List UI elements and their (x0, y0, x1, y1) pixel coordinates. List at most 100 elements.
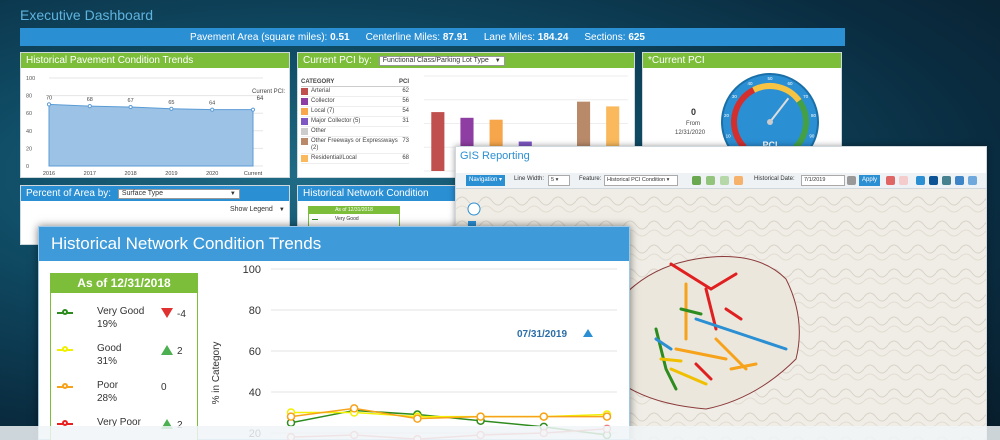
table-row[interactable]: Collector 56 (301, 97, 409, 107)
legend-item[interactable]: Poor 28% 0 (57, 378, 193, 412)
data-point[interactable] (169, 106, 174, 111)
data-point[interactable] (128, 104, 133, 110)
series-point[interactable] (349, 404, 359, 413)
gauge-tick-label: 40 (748, 81, 754, 86)
network-trend-chart: 10080604020 % in Category 07/31/2019 (211, 264, 617, 440)
tool-icon[interactable] (899, 176, 908, 185)
category-name: Residential/Local (311, 155, 357, 161)
table-row[interactable]: Local (7) 54 (301, 107, 409, 117)
summary-pavement-area: Pavement Area (square miles): 0.51 (190, 31, 350, 43)
legend-item[interactable]: Good 31% 2 (57, 341, 193, 375)
category-name: Arterial (311, 88, 331, 94)
tool-icon[interactable] (929, 176, 938, 185)
table-row[interactable]: Other Freeways or Expressways (2) 73 (301, 137, 409, 154)
current-pci-title: *Current PCI (643, 53, 841, 68)
series-point[interactable] (413, 414, 422, 423)
chevron-down-icon: ▼ (494, 58, 501, 64)
series-point[interactable] (476, 412, 485, 421)
summary-sections: Sections: 625 (584, 31, 645, 43)
y-tick-label: 20 (26, 146, 32, 152)
data-label: 67 (128, 98, 134, 104)
category-pci: 68 (402, 155, 409, 161)
data-point[interactable] (250, 107, 256, 112)
legend-item[interactable]: Very Good 19% -4 (57, 304, 193, 338)
series-point[interactable] (286, 412, 296, 421)
x-tick-label: 2019 (165, 171, 177, 177)
navigation-button[interactable]: Navigation ▾ (466, 175, 506, 186)
tool-icon[interactable] (916, 176, 925, 185)
y-tick-label: 60 (249, 346, 261, 358)
legend-change: 2 (161, 345, 183, 357)
current-pci-from-date: 12/31/2020 (675, 130, 706, 136)
surface-type-select[interactable]: Surface Type ▼ (117, 189, 240, 199)
series-point[interactable] (539, 412, 549, 421)
layer-icon[interactable] (692, 176, 701, 185)
line-width-select[interactable]: 5 ▾ (548, 175, 570, 186)
hist-network-small-title: Historical Network Condition Trends (298, 186, 456, 214)
data-point[interactable] (46, 102, 52, 107)
gauge-tick-label: 50 (767, 76, 773, 81)
category-swatch (301, 88, 308, 95)
tool-icon[interactable] (968, 176, 977, 185)
chevron-down-icon: ▼ (229, 191, 236, 197)
data-label: 65 (168, 100, 174, 106)
x-tick-label: 2017 (84, 171, 96, 177)
pci-bar[interactable] (431, 112, 445, 171)
show-legend-select[interactable]: Show Legend ▼ (227, 206, 288, 216)
category-name: Other Freeways or Expressways (2) (311, 138, 398, 151)
y-tick-label: 40 (249, 387, 261, 399)
layer-icon[interactable] (720, 176, 729, 185)
gauge-tick-label: 70 (803, 94, 809, 99)
table-row[interactable]: Major Collector (5) 31 (301, 117, 409, 127)
tool-icon[interactable] (942, 176, 951, 185)
category-pci: 31 (402, 118, 409, 124)
category-swatch (301, 108, 308, 115)
legend-percent: 19% (97, 319, 118, 330)
calendar-icon[interactable] (847, 176, 856, 185)
legend-name: Good (97, 343, 122, 354)
table-row[interactable]: Other (301, 127, 409, 137)
legend-name: Poor (97, 380, 119, 391)
feature-label: Feature: (579, 176, 602, 182)
tool-icon[interactable] (955, 176, 964, 185)
summary-lane-miles: Lane Miles: 184.24 (483, 31, 569, 43)
historical-date-field[interactable]: 7/1/2019 (801, 175, 845, 186)
line-width-label: Line Width: (514, 176, 545, 182)
layer-icon[interactable] (734, 176, 743, 185)
y-tick-label: 0 (26, 164, 29, 170)
table-header-category: CATEGORY (301, 79, 335, 85)
layer-icon[interactable] (706, 176, 715, 185)
current-pci-by-title: Current PCI by: (303, 55, 372, 66)
hist-network-title: Historical Network Condition Trends (39, 227, 629, 261)
table-row[interactable]: Residential/Local 68 (301, 154, 409, 164)
small-legend-line (312, 219, 318, 220)
data-point[interactable] (210, 107, 215, 112)
category-pci: 62 (402, 88, 409, 94)
tool-icon[interactable] (886, 176, 895, 185)
feature-select[interactable]: Historical PCI Condition ▾ (604, 175, 678, 186)
category-name: Local (7) (311, 108, 335, 114)
x-tick-label: 2016 (43, 171, 55, 177)
legend-percent: 28% (97, 393, 118, 404)
table-row[interactable]: Arterial 62 (301, 87, 409, 97)
legend-change: -4 (161, 308, 186, 320)
date-marker-triangle-icon[interactable] (583, 329, 593, 337)
summary-bar: Pavement Area (square miles): 0.51 Cente… (20, 28, 845, 46)
category-name: Collector (311, 98, 335, 104)
arrow-up-icon (161, 345, 173, 355)
category-pci: 56 (402, 98, 409, 104)
y-tick-label: 40 (26, 129, 32, 135)
series-point[interactable] (602, 412, 612, 421)
x-tick-label: 2020 (206, 171, 218, 177)
data-label: 68 (87, 97, 93, 103)
condition-legend: As of 12/31/2018 Very Good 19% -4 Good 31% 2 P… (50, 273, 198, 440)
apply-button[interactable]: Apply (859, 175, 881, 186)
y-tick-label: 80 (249, 305, 261, 317)
gauge-tick-label: 20 (724, 113, 730, 118)
data-point[interactable] (87, 104, 92, 109)
functional-class-select[interactable]: Functional Class/Parking Lot Type ▼ (378, 56, 505, 66)
legend-name: Very Good (97, 306, 145, 317)
y-tick-label: 60 (26, 111, 32, 117)
current-pci-value: 0 (691, 107, 697, 117)
summary-centerline-miles: Centerline Miles: 87.91 (365, 31, 468, 43)
